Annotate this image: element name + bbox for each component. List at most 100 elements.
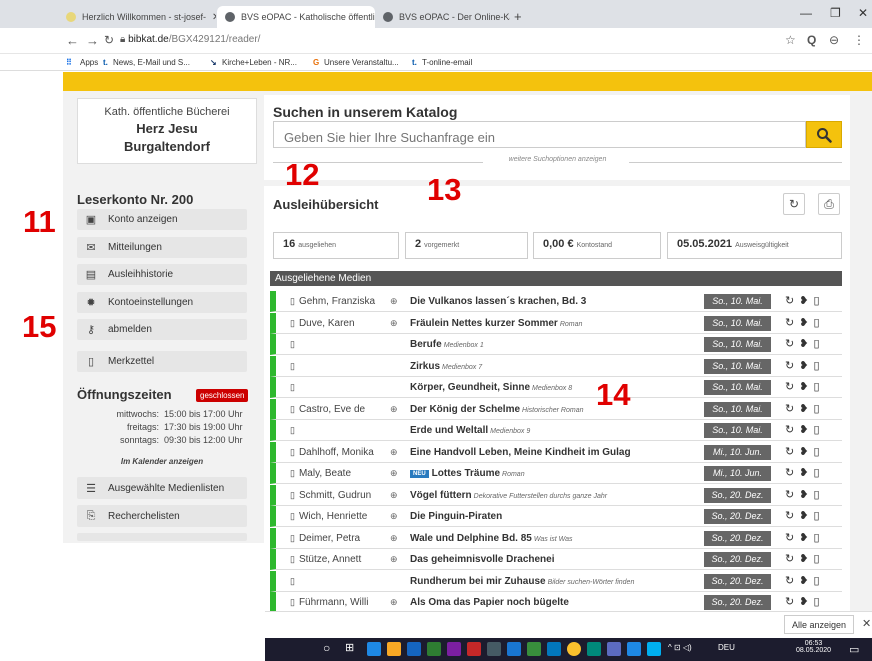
renew-icon[interactable]: ↻ (785, 360, 799, 372)
stat-ausgeliehen[interactable]: 16 ausgeliehen (273, 232, 399, 259)
media-title[interactable]: Das geheimnisvolle Drachenei (410, 554, 557, 565)
loan-row[interactable]: ▯ Wich, Henriette ⊕ Die Pinguin-Piraten So.,… (270, 506, 842, 527)
comment-icon[interactable]: ❥ (799, 360, 813, 372)
renew-icon[interactable]: ↻ (785, 338, 799, 350)
bookmark-kirche-leben[interactable]: Kirche+Leben - NR... (222, 58, 297, 67)
app-icon[interactable] (467, 642, 481, 656)
loan-row[interactable]: ▯ Berufe Medienbox 1 So., 10. Mai. ↻❥▯ (270, 334, 842, 355)
sidebar-item-partial[interactable] (77, 533, 247, 541)
task-view-icon[interactable]: ⊞ (345, 641, 354, 654)
loan-row[interactable]: ▯ Stütze, Annett ⊕ Das geheimnisvolle Drach… (270, 549, 842, 570)
comment-icon[interactable]: ❥ (799, 467, 813, 479)
author[interactable]: ▯ (290, 382, 299, 393)
loan-row[interactable]: ▯ Dahlhoff, Monika ⊕ Eine Handvoll Leben, M… (270, 441, 842, 463)
search-icon[interactable]: Q (807, 33, 816, 47)
loan-row[interactable]: ▯ Castro, Eve de ⊕ Der König der Schelme His… (270, 398, 842, 420)
media-title[interactable]: Wale und Delphine Bd. 85 Was ist Was (410, 533, 573, 544)
comment-icon[interactable]: ❥ (799, 424, 813, 436)
renew-icon[interactable]: ↻ (785, 317, 799, 329)
bookmark-apps[interactable]: Apps (80, 58, 98, 67)
loan-row[interactable]: ▯ Rundherum bei mir Zuhause Bilder suchen-… (270, 570, 842, 592)
sidebar-item-ausleihhistorie[interactable]: ▤ Ausleihhistorie (77, 264, 247, 285)
app-icon[interactable] (587, 642, 601, 656)
comment-icon[interactable]: ❥ (799, 403, 813, 415)
back-arrow-icon[interactable]: ← (66, 33, 79, 48)
new-tab-plus-icon[interactable]: + (514, 9, 522, 24)
clipboard-icon[interactable]: ▯ (813, 446, 824, 458)
renew-icon[interactable]: ↻ (785, 403, 799, 415)
clipboard-icon[interactable]: ▯ (813, 510, 824, 522)
media-title[interactable]: Berufe Medienbox 1 (410, 339, 484, 350)
window-close-icon[interactable]: ✕ (858, 6, 868, 20)
loan-row[interactable]: ▯ Maly, Beate ⊕ NEU Lottes Träume Roman Mi., 1… (270, 463, 842, 484)
stat-ausweis[interactable]: 05.05.2021 Ausweisgültigkeit (667, 232, 842, 259)
author[interactable]: ▯ (290, 425, 299, 436)
app-icon[interactable] (547, 642, 561, 656)
comment-icon[interactable]: ❥ (799, 338, 813, 350)
media-title[interactable]: Erde und Weltall Medienbox 9 (410, 425, 530, 436)
edge-icon[interactable] (367, 642, 381, 656)
reload-icon[interactable]: ↻ (104, 33, 114, 47)
clipboard-icon[interactable]: ▯ (813, 403, 824, 415)
clipboard-icon[interactable]: ▯ (813, 596, 824, 608)
comment-icon[interactable]: ❥ (799, 446, 813, 458)
notification-icon[interactable]: ▭ (849, 643, 859, 656)
media-title[interactable]: Körper, Geundheit, Sinne Medienbox 8 (410, 382, 572, 393)
loan-row[interactable]: ▯ Führmann, Willi ⊕ Als Oma das Papier noch… (270, 592, 842, 611)
more-titles-icon[interactable]: ⊕ (390, 404, 398, 415)
stat-vorgemerkt[interactable]: 2 vorgemerkt (405, 232, 528, 259)
minimize-icon[interactable]: — (800, 6, 812, 20)
sidebar-item-abmelden[interactable]: ⚷ abmelden (77, 319, 247, 340)
loan-row[interactable]: ▯ Duve, Karen ⊕ Fräulein Nettes kurzer Somm… (270, 312, 842, 334)
media-title[interactable]: Fräulein Nettes kurzer Sommer Roman (410, 318, 582, 329)
forward-arrow-icon[interactable]: → (86, 33, 99, 48)
chrome-icon[interactable] (567, 642, 581, 656)
renew-icon[interactable]: ↻ (785, 381, 799, 393)
loan-row[interactable]: ▯ Körper, Geundheit, Sinne Medienbox 8 So.,… (270, 377, 842, 398)
sidebar-item-mitteilungen[interactable]: ✉ Mitteilungen (77, 237, 247, 258)
author[interactable]: ▯ Stütze, Annett (290, 554, 361, 565)
more-titles-icon[interactable]: ⊕ (390, 511, 398, 522)
more-titles-icon[interactable]: ⊕ (390, 597, 398, 608)
app-icon[interactable] (627, 642, 641, 656)
author[interactable]: ▯ (290, 576, 299, 587)
loan-row[interactable]: ▯ Erde und Weltall Medienbox 9 So., 10. Mai… (270, 420, 842, 441)
renew-icon[interactable]: ↻ (785, 446, 799, 458)
author[interactable]: ▯ Duve, Karen (290, 318, 355, 329)
sidebar-item-medienlisten[interactable]: ☰ Ausgewählte Medienlisten (77, 477, 247, 499)
more-titles-icon[interactable]: ⊕ (390, 318, 398, 329)
comment-icon[interactable]: ❥ (799, 596, 813, 608)
renew-icon[interactable]: ↻ (785, 553, 799, 565)
search-circle-icon[interactable]: ○ (323, 641, 330, 655)
stat-kontostand[interactable]: 0,00 € Kontostand (533, 232, 661, 259)
close-icon[interactable]: ✕ (862, 617, 871, 630)
tray-icons[interactable]: ^ ⊡ ◁) (668, 643, 692, 652)
author[interactable]: ▯ Führmann, Willi (290, 597, 368, 608)
more-titles-icon[interactable]: ⊕ (390, 490, 398, 501)
bookmark-news[interactable]: News, E-Mail und S... (113, 58, 190, 67)
renew-icon[interactable]: ↻ (785, 596, 799, 608)
word-icon[interactable] (507, 642, 521, 656)
author[interactable]: ▯ Wich, Henriette (290, 511, 367, 522)
app-icon[interactable] (447, 642, 461, 656)
loan-row[interactable]: ▯ Gehm, Franziska ⊕ Die Vulkanos lassen´s k… (270, 291, 842, 312)
apps-grid-icon[interactable]: ⠿ (66, 58, 72, 67)
print-button[interactable]: ⎙ (818, 193, 840, 215)
renew-icon[interactable]: ↻ (785, 489, 799, 501)
sidebar-item-kontoeinstellungen[interactable]: ✹ Kontoeinstellungen (77, 292, 247, 313)
media-title[interactable]: Rundherum bei mir Zuhause Bilder suchen-W… (410, 576, 634, 587)
sidebar-item-recherchelisten[interactable]: ⎘ Recherchelisten (77, 505, 247, 527)
close-icon[interactable]: ✕ (206, 12, 216, 23)
comment-icon[interactable]: ❥ (799, 381, 813, 393)
comment-icon[interactable]: ❥ (799, 295, 813, 307)
clipboard-icon[interactable]: ▯ (813, 360, 824, 372)
media-title[interactable]: Die Vulkanos lassen´s krachen, Bd. 3 (410, 296, 588, 307)
show-all-downloads-button[interactable]: Alle anzeigen (784, 615, 854, 634)
store-icon[interactable] (407, 642, 421, 656)
browser-tab-1[interactable]: Herzlich Willkommen - st-josef- ✕ (58, 6, 216, 28)
renew-icon[interactable]: ↻ (785, 575, 799, 587)
star-icon[interactable]: ☆ (785, 33, 796, 47)
app-icon[interactable] (427, 642, 441, 656)
clipboard-icon[interactable]: ▯ (813, 338, 824, 350)
loan-row[interactable]: ▯ Schmitt, Gudrun ⊕ Vögel füttern Dekorative… (270, 484, 842, 506)
